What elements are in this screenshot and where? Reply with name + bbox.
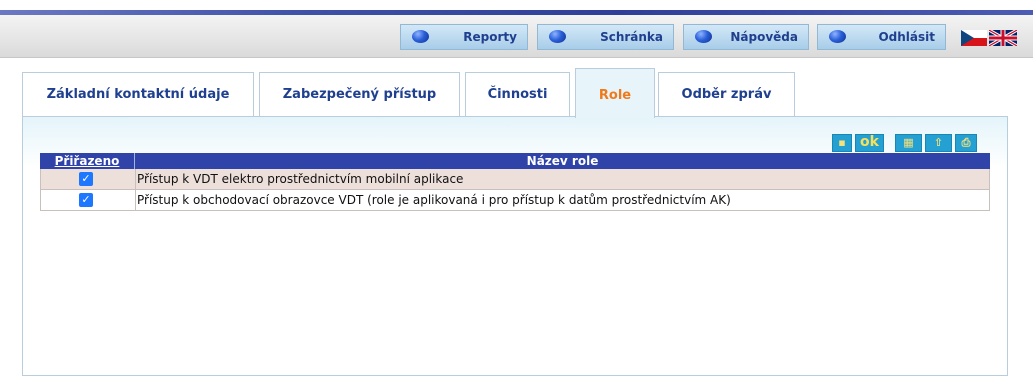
tab-basic-contact[interactable]: Základní kontaktní údaje: [22, 72, 254, 116]
settings-icon: ▪: [838, 136, 846, 149]
logout-button[interactable]: Odhlásit: [817, 24, 946, 50]
ok-icon: ok: [860, 134, 879, 150]
role-name-cell: Přístup k VDT elektro prostřednictvím mo…: [137, 172, 464, 186]
top-toolbar: Reporty Schránka Nápověda Odhlásit: [0, 15, 1033, 58]
settings-button[interactable]: ▪: [832, 134, 852, 152]
assigned-checkbox[interactable]: ✓: [79, 172, 93, 186]
import-button[interactable]: ⇧: [925, 134, 952, 152]
tab-secure-access[interactable]: Zabezpečený přístup: [259, 72, 460, 116]
inbox-label: Schránka: [600, 30, 663, 44]
help-button[interactable]: Nápověda: [683, 24, 809, 50]
tab-role[interactable]: Role: [575, 68, 655, 118]
export-excel-icon: ▦: [903, 136, 914, 149]
reports-label: Reporty: [463, 30, 517, 44]
column-assigned-header[interactable]: Přiřazeno: [40, 153, 135, 169]
table-row[interactable]: ✓ Přístup k obchodovací obrazovce VDT (r…: [40, 190, 990, 211]
globe-icon: [412, 30, 429, 43]
table-row[interactable]: ✓ Přístup k VDT elektro prostřednictvím …: [40, 169, 990, 190]
ok-button[interactable]: ok: [855, 134, 884, 152]
role-name-cell: Přístup k obchodovací obrazovce VDT (rol…: [137, 193, 731, 207]
globe-icon: [829, 30, 846, 43]
logout-label: Odhlásit: [878, 30, 935, 44]
column-divider: [135, 190, 136, 210]
reports-button[interactable]: Reporty: [400, 24, 528, 50]
import-icon: ⇧: [933, 136, 944, 149]
export-excel-button[interactable]: ▦: [895, 134, 922, 152]
column-divider: [135, 169, 136, 189]
table-header: Přiřazeno Název role: [40, 153, 990, 169]
help-label: Nápověda: [730, 30, 798, 44]
globe-icon: [695, 30, 712, 43]
czech-flag-icon[interactable]: [961, 30, 987, 46]
globe-icon: [549, 30, 566, 43]
uk-flag-icon[interactable]: [989, 30, 1017, 46]
print-icon: ⎙: [961, 136, 971, 149]
column-role-name-header[interactable]: Název role: [135, 153, 990, 169]
print-button[interactable]: ⎙: [955, 134, 977, 152]
tab-message-subscription[interactable]: Odběr zpráv: [658, 72, 795, 116]
tab-activities[interactable]: Činnosti: [465, 72, 570, 116]
inbox-button[interactable]: Schránka: [537, 24, 674, 50]
assigned-checkbox[interactable]: ✓: [79, 193, 93, 207]
